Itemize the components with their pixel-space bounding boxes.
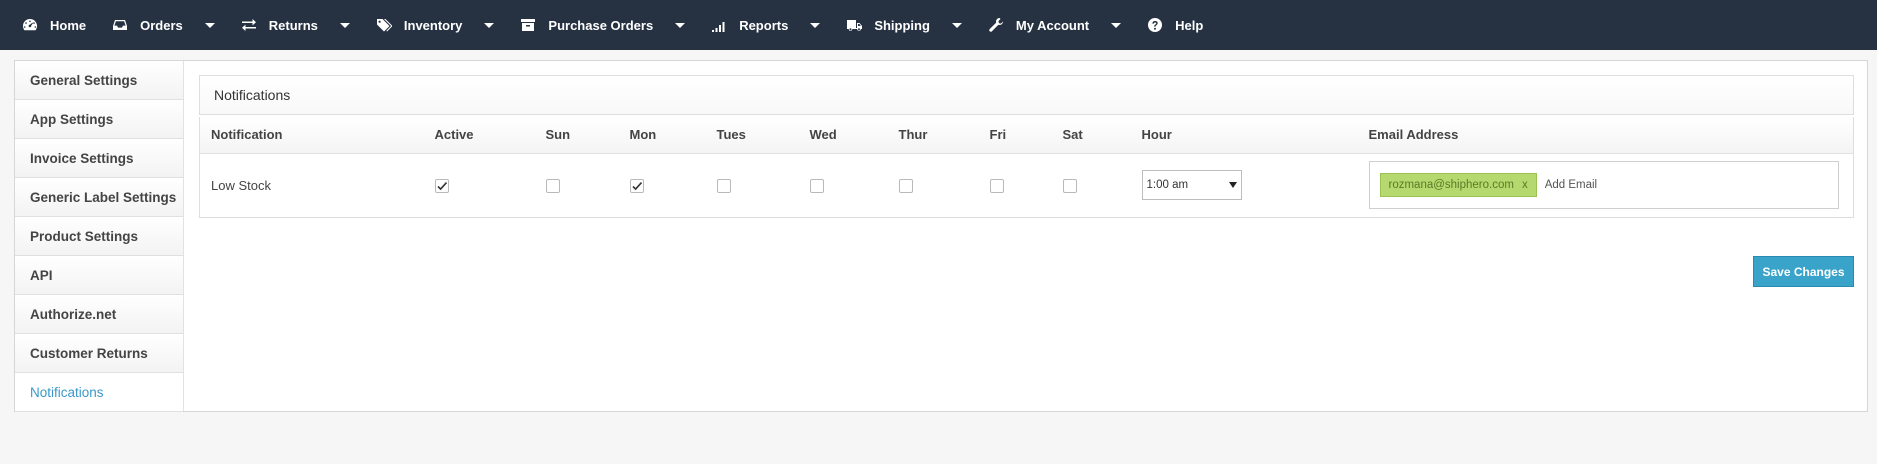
save-changes-button[interactable]: Save Changes xyxy=(1753,256,1854,287)
chevron-down-icon[interactable] xyxy=(951,22,962,28)
table-header-row: Notification Active Sun Mon Tues Wed Thu… xyxy=(199,117,1854,154)
nav-my-account[interactable]: My Account xyxy=(974,0,1133,50)
add-email-input[interactable] xyxy=(1544,179,1745,191)
column-header-sun: Sun xyxy=(534,117,619,154)
dashboard-icon xyxy=(20,17,40,33)
sidebar-item-invoice-settings[interactable]: Invoice Settings xyxy=(15,139,183,178)
nav-shipping-label: Shipping xyxy=(874,17,930,33)
nav-returns-label: Returns xyxy=(268,17,318,33)
tags-icon xyxy=(374,17,394,33)
settings-frame: General Settings App Settings Invoice Se… xyxy=(14,60,1868,412)
truck-icon xyxy=(844,17,864,33)
mon-checkbox-checked[interactable] xyxy=(629,178,644,193)
email-address-field[interactable]: rozmana@shiphero.com x xyxy=(1368,161,1839,209)
chevron-down-icon[interactable] xyxy=(339,22,350,28)
column-header-sat: Sat xyxy=(1051,117,1131,154)
fri-checkbox[interactable] xyxy=(989,178,1004,193)
checkmark-icon xyxy=(436,181,447,191)
column-header-mon: Mon xyxy=(618,117,706,154)
caret-down-icon xyxy=(1228,182,1237,188)
column-header-tues: Tues xyxy=(705,117,799,154)
hour-select[interactable]: 1:00 am xyxy=(1141,170,1242,200)
nav-purchase-orders[interactable]: Purchase Orders xyxy=(506,0,697,50)
sun-checkbox[interactable] xyxy=(545,178,560,193)
nav-home-label: Home xyxy=(50,17,87,33)
nav-inventory-label: Inventory xyxy=(403,17,463,33)
exchange-icon xyxy=(239,17,259,33)
notifications-table: Notification Active Sun Mon Tues Wed Thu… xyxy=(199,117,1854,218)
column-header-notification: Notification xyxy=(199,117,424,154)
nav-help[interactable]: Help xyxy=(1133,0,1215,50)
question-circle-icon xyxy=(1145,17,1165,33)
nav-shipping[interactable]: Shipping xyxy=(832,0,974,50)
column-header-thur: Thur xyxy=(887,117,979,154)
email-tag: rozmana@shiphero.com x xyxy=(1379,173,1537,197)
nav-home[interactable]: Home xyxy=(8,0,98,50)
chevron-down-icon[interactable] xyxy=(1111,22,1122,28)
top-navigation: Home Orders Returns Inventory Purchase O… xyxy=(0,0,1877,50)
column-header-hour: Hour xyxy=(1130,117,1358,154)
sidebar-item-api[interactable]: API xyxy=(15,256,183,295)
panel-title: Notifications xyxy=(199,75,1854,115)
nav-orders-label: Orders xyxy=(140,17,183,33)
checkmark-icon xyxy=(631,181,642,191)
nav-returns[interactable]: Returns xyxy=(227,0,362,50)
nav-my-account-label: My Account xyxy=(1015,17,1090,33)
chevron-down-icon[interactable] xyxy=(810,22,821,28)
sidebar-item-general-settings[interactable]: General Settings xyxy=(15,61,183,100)
active-checkbox-checked[interactable] xyxy=(434,178,449,193)
nav-purchase-orders-label: Purchase Orders xyxy=(548,17,654,33)
notification-name: Low Stock xyxy=(211,177,271,193)
wrench-icon xyxy=(986,17,1006,33)
column-header-active: Active xyxy=(423,117,535,154)
sat-checkbox[interactable] xyxy=(1062,178,1077,193)
sidebar-item-product-settings[interactable]: Product Settings xyxy=(15,217,183,256)
table-row: Low Stock 1:00 am rozmana@shiphero.com x… xyxy=(200,153,1854,217)
inbox-icon xyxy=(110,17,130,33)
sidebar-item-generic-label-settings[interactable]: Generic Label Settings xyxy=(15,178,183,217)
sidebar-item-customer-returns[interactable]: Customer Returns xyxy=(15,334,183,373)
wed-checkbox[interactable] xyxy=(809,178,824,193)
sidebar-item-authorize-net[interactable]: Authorize.net xyxy=(15,295,183,334)
remove-email-tag-button[interactable]: x xyxy=(1522,179,1528,191)
sidebar-item-notifications[interactable]: Notifications xyxy=(15,373,183,412)
column-header-email: Email Address xyxy=(1357,117,1854,154)
signal-icon xyxy=(709,17,729,33)
settings-sidebar: General Settings App Settings Invoice Se… xyxy=(15,61,184,412)
nav-reports-label: Reports xyxy=(739,17,789,33)
chevron-down-icon[interactable] xyxy=(484,22,495,28)
hour-select-value: 1:00 am xyxy=(1146,179,1189,191)
archive-icon xyxy=(518,17,538,33)
nav-reports[interactable]: Reports xyxy=(697,0,832,50)
email-tag-label: rozmana@shiphero.com xyxy=(1388,179,1514,191)
thur-checkbox[interactable] xyxy=(898,178,913,193)
nav-help-label: Help xyxy=(1175,17,1204,33)
column-header-fri: Fri xyxy=(978,117,1052,154)
nav-inventory[interactable]: Inventory xyxy=(362,0,507,50)
nav-orders[interactable]: Orders xyxy=(98,0,227,50)
column-header-wed: Wed xyxy=(798,117,888,154)
notifications-content: Notifications Notification Active Sun Mo… xyxy=(199,75,1854,287)
chevron-down-icon[interactable] xyxy=(204,22,215,28)
tues-checkbox[interactable] xyxy=(716,178,731,193)
sidebar-item-app-settings[interactable]: App Settings xyxy=(15,100,183,139)
chevron-down-icon[interactable] xyxy=(675,22,686,28)
